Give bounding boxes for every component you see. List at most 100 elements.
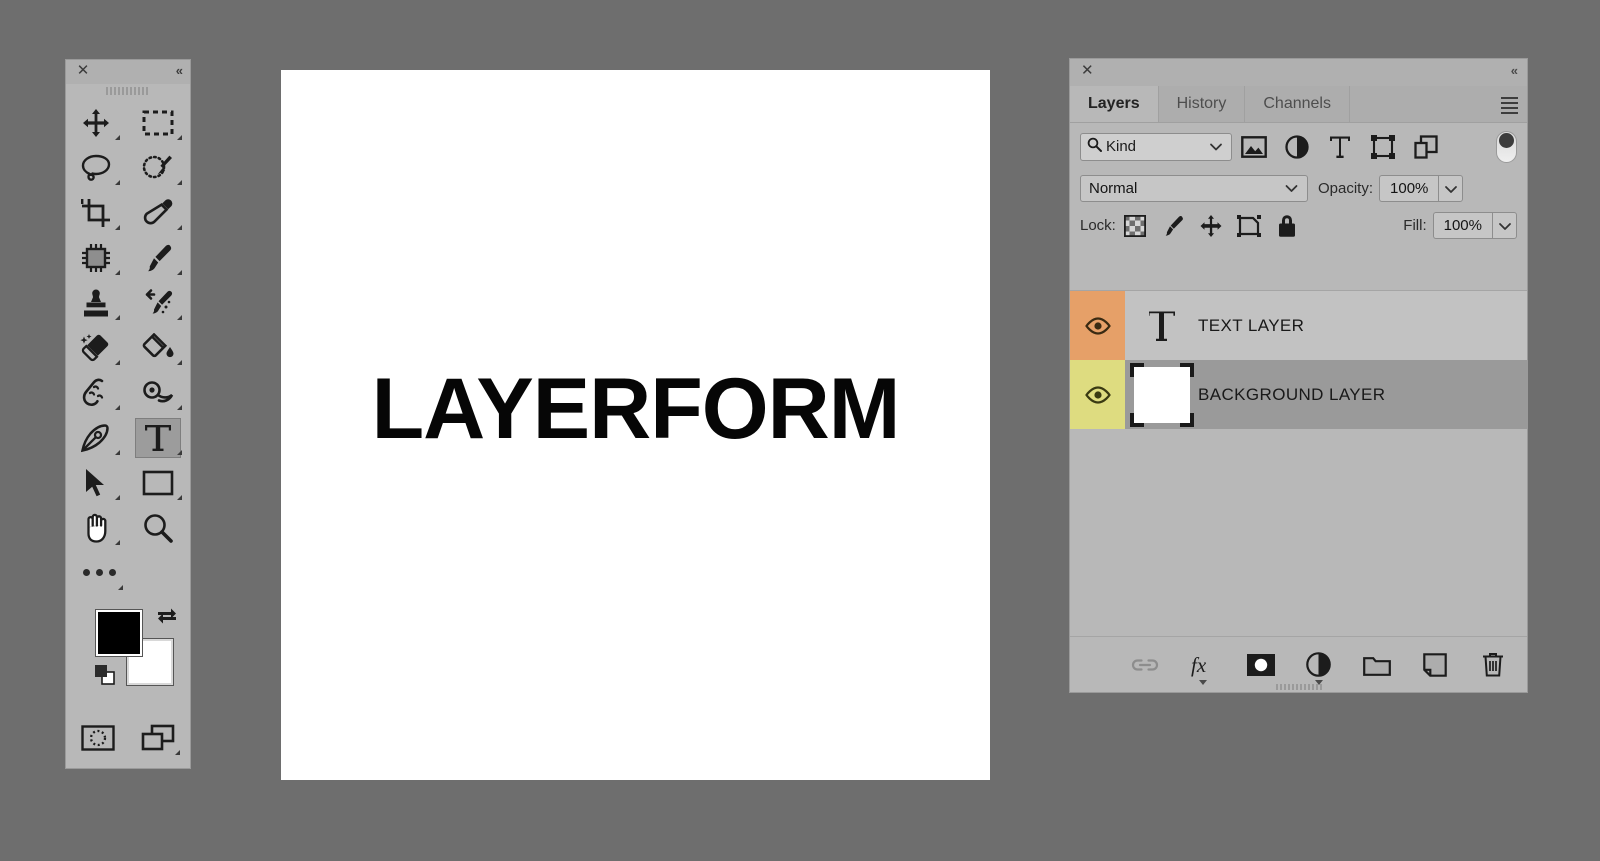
eraser-tool[interactable] <box>66 325 126 370</box>
filter-pixel-layers-icon[interactable] <box>1232 132 1275 162</box>
tool-expand-corner[interactable] <box>177 270 182 275</box>
path-selection-tool[interactable] <box>66 460 126 505</box>
filter-type-layers-icon[interactable] <box>1318 132 1361 162</box>
hand-tool[interactable] <box>66 505 126 550</box>
pen-tool[interactable] <box>66 415 126 460</box>
fill-stepper-chevron-down-icon[interactable] <box>1492 212 1517 239</box>
filter-smart-objects-icon[interactable] <box>1404 132 1447 162</box>
spot-healing-brush-tool[interactable] <box>66 235 126 280</box>
panel-resize-grip[interactable] <box>1275 684 1322 690</box>
collapse-panel-icon[interactable]: « <box>176 63 183 78</box>
eye-icon <box>1084 316 1111 335</box>
quick-mask-mode-button[interactable] <box>74 718 122 758</box>
foreground-color-swatch[interactable] <box>95 609 143 657</box>
tool-expand-corner[interactable] <box>177 450 182 455</box>
tools-panel-drag-grip[interactable] <box>66 84 190 98</box>
filter-kind-select[interactable]: Kind <box>1080 132 1232 161</box>
tab-layers[interactable]: Layers <box>1070 86 1159 122</box>
history-brush-tool[interactable] <box>128 280 188 325</box>
delete-layer-button[interactable] <box>1475 648 1511 682</box>
tool-grid <box>66 98 190 550</box>
tool-expand-corner[interactable] <box>177 405 182 410</box>
tool-expand-corner[interactable] <box>115 135 120 140</box>
tool-expand-corner[interactable] <box>115 450 120 455</box>
clone-stamp-tool[interactable] <box>66 280 126 325</box>
quick-selection-tool[interactable] <box>128 145 188 190</box>
swap-colors-icon[interactable] <box>156 606 178 631</box>
tool-expand-corner[interactable] <box>177 135 182 140</box>
svg-text:fx: fx <box>1191 653 1207 677</box>
table-row[interactable]: BACKGROUND LAYER <box>1070 360 1527 429</box>
dodge-tool[interactable] <box>128 370 188 415</box>
lock-image-pixels-icon[interactable] <box>1154 211 1192 241</box>
tool-expand-corner[interactable] <box>115 270 120 275</box>
rectangle-tool[interactable] <box>128 460 188 505</box>
table-row[interactable]: TEXT LAYER <box>1070 291 1527 360</box>
lock-artboard-nesting-icon[interactable] <box>1230 211 1268 241</box>
opacity-stepper-chevron-down-icon[interactable] <box>1438 175 1464 202</box>
collapse-panel-icon[interactable]: « <box>1511 63 1518 78</box>
rectangular-marquee-tool[interactable] <box>128 100 188 145</box>
filter-adjustment-layers-icon[interactable] <box>1275 132 1318 162</box>
filter-shape-layers-icon[interactable] <box>1361 132 1404 162</box>
tool-expand-corner[interactable] <box>177 360 182 365</box>
fx-icon: fx <box>1191 653 1207 677</box>
tab-channels[interactable]: Channels <box>1245 86 1350 122</box>
layer-visibility-toggle[interactable] <box>1070 291 1125 360</box>
crop-tool[interactable] <box>66 190 126 235</box>
type-tool[interactable] <box>128 415 188 460</box>
tool-expand-corner[interactable] <box>177 495 182 500</box>
layer-thumbnail[interactable] <box>1125 291 1198 360</box>
eyedropper-tool[interactable] <box>128 190 188 235</box>
canvas-text-layer[interactable]: LAYERFORM <box>281 366 990 452</box>
adjustment-icon <box>1306 652 1331 677</box>
link-layers-button[interactable] <box>1127 648 1163 682</box>
layer-name-label[interactable]: TEXT LAYER <box>1198 291 1527 360</box>
type-icon <box>135 417 181 458</box>
paint-bucket-tool[interactable] <box>128 325 188 370</box>
layer-name-label[interactable]: BACKGROUND LAYER <box>1198 360 1527 429</box>
new-group-button[interactable] <box>1359 648 1395 682</box>
filter-enable-toggle[interactable] <box>1496 130 1517 163</box>
edit-toolbar-button[interactable] <box>69 552 129 592</box>
panel-menu-button[interactable] <box>1501 97 1518 117</box>
tool-expand-corner[interactable] <box>115 315 120 320</box>
brush-tool[interactable] <box>128 235 188 280</box>
lock-transparent-pixels-icon[interactable] <box>1116 211 1154 241</box>
close-icon[interactable]: ✕ <box>76 63 90 78</box>
tool-expand-corner[interactable] <box>115 225 120 230</box>
fill-input[interactable]: 100% <box>1432 212 1492 239</box>
tab-history[interactable]: History <box>1159 86 1246 122</box>
new-layer-button[interactable] <box>1417 648 1453 682</box>
zoom-tool[interactable] <box>128 505 188 550</box>
tool-expand-corner[interactable] <box>118 585 123 590</box>
layer-style-button[interactable]: fx <box>1185 648 1221 685</box>
opacity-input[interactable]: 100% <box>1379 175 1439 202</box>
tool-expand-corner[interactable] <box>115 405 120 410</box>
default-colors-icon[interactable] <box>94 664 116 691</box>
lock-position-icon[interactable] <box>1192 211 1230 241</box>
tool-expand-corner[interactable] <box>177 225 182 230</box>
lock-all-icon[interactable] <box>1268 211 1306 241</box>
chevron-down-icon[interactable] <box>1198 679 1207 685</box>
blur-tool[interactable] <box>66 370 126 415</box>
layer-thumbnail[interactable] <box>1125 360 1198 429</box>
tool-expand-corner[interactable] <box>115 360 120 365</box>
tool-expand-corner[interactable] <box>177 180 182 185</box>
lasso-tool[interactable] <box>66 145 126 190</box>
tool-expand-corner[interactable] <box>115 540 120 545</box>
blend-mode-select[interactable]: Normal <box>1080 175 1308 202</box>
grip-dots <box>106 87 150 95</box>
tool-expand-corner[interactable] <box>115 495 120 500</box>
add-layer-mask-button[interactable] <box>1243 648 1279 682</box>
tool-expand-corner[interactable] <box>177 315 182 320</box>
new-adjustment-layer-button[interactable] <box>1301 648 1337 685</box>
screen-mode-button[interactable] <box>134 718 182 758</box>
tool-expand-corner[interactable] <box>115 180 120 185</box>
close-icon[interactable]: ✕ <box>1081 63 1094 78</box>
document-canvas[interactable]: LAYERFORM <box>281 70 990 780</box>
move-tool[interactable] <box>66 100 126 145</box>
tool-expand-corner[interactable] <box>175 750 180 755</box>
layers-list[interactable]: TEXT LAYER BACKGROUND LAYER <box>1070 290 1527 636</box>
layer-visibility-toggle[interactable] <box>1070 360 1125 429</box>
